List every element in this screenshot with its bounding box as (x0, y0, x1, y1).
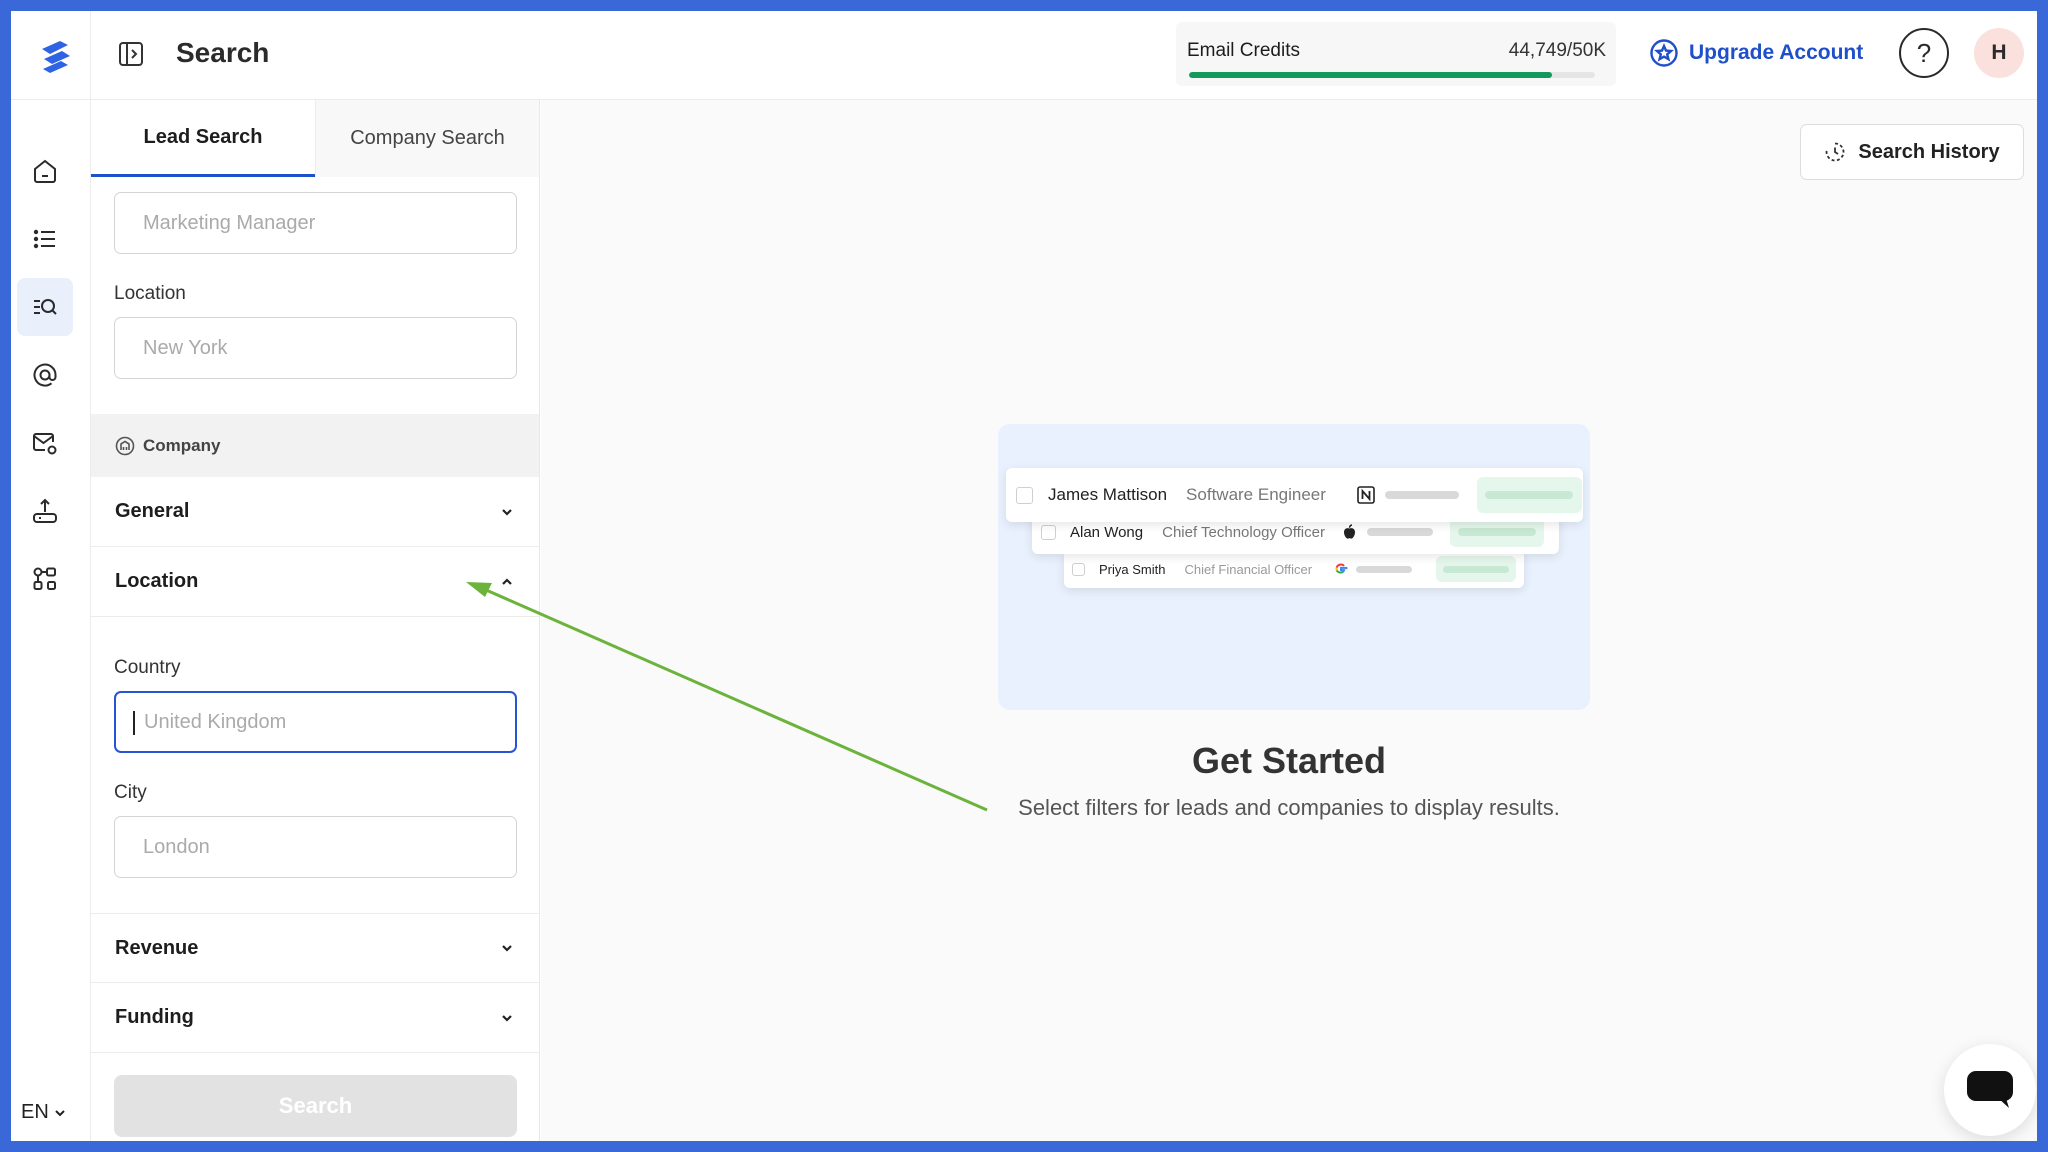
revenue-accordion[interactable]: Revenue (91, 913, 539, 983)
job-title-input[interactable]: Marketing Manager (114, 192, 517, 254)
building-icon (115, 436, 135, 455)
city-placeholder: London (143, 835, 210, 858)
location-accordion[interactable]: Location (91, 547, 539, 617)
chat-widget-button[interactable] (1944, 1044, 2036, 1136)
chevron-up-icon (502, 577, 512, 585)
upgrade-account-label: Upgrade Account (1689, 41, 1864, 64)
preview-row: Priya Smith Chief Financial Officer (1064, 550, 1524, 588)
general-accordion[interactable]: General (91, 477, 539, 547)
credits-progress-fill (1189, 72, 1553, 78)
nav-email-settings[interactable] (17, 414, 73, 472)
avatar-initial: H (1991, 41, 2007, 64)
city-label: City (114, 782, 147, 803)
chevron-down-icon (502, 945, 512, 952)
row-checkbox (1072, 562, 1085, 576)
upgrade-account-link[interactable]: Upgrade Account (1649, 31, 1863, 75)
company-section-label: Company (143, 435, 221, 455)
language-selector[interactable]: EN (21, 1101, 67, 1124)
user-avatar[interactable]: H (1974, 28, 2024, 78)
preview-row-title: Chief Financial Officer (1184, 561, 1313, 577)
results-area: Search History Priya Smith Chief Financi… (541, 100, 2037, 1141)
row-checkbox (1016, 486, 1033, 504)
country-input[interactable]: United Kingdom (114, 691, 517, 753)
search-history-label: Search History (1858, 140, 2000, 163)
nav-lists[interactable] (17, 210, 73, 268)
city-input[interactable]: London (114, 816, 517, 878)
preview-row-title: Chief Technology Officer (1162, 523, 1325, 541)
lead-location-placeholder: New York (143, 336, 228, 359)
notion-logo-icon (1357, 486, 1375, 504)
app-window: Search Email Credits 44,749/50K Upgrade … (11, 11, 2037, 1141)
lead-location-input[interactable]: New York (114, 317, 517, 379)
credits-label: Email Credits (1187, 40, 1300, 61)
help-button[interactable]: ? (1899, 28, 1949, 78)
language-label: EN (21, 1101, 49, 1123)
get-started-subtitle: Select filters for leads and companies t… (1018, 795, 1560, 820)
placeholder-bar (1356, 565, 1413, 573)
preview-row: James Mattison Software Engineer (1006, 468, 1583, 522)
chevron-down-icon (55, 1109, 65, 1116)
chat-bubble-icon (1967, 1071, 2013, 1108)
tab-lead-search[interactable]: Lead Search (91, 100, 315, 177)
left-nav-rail: EN (11, 100, 91, 1141)
location-accordion-label: Location (115, 570, 199, 592)
chevron-down-icon (502, 1014, 512, 1022)
nav-integrations[interactable] (17, 550, 73, 608)
placeholder-bar (1366, 528, 1433, 536)
lead-location-label: Location (114, 283, 186, 304)
toggle-sidebar-icon[interactable] (111, 34, 151, 74)
upload-icon (33, 498, 57, 523)
credits-value: 44,749/50K (1508, 40, 1606, 61)
filter-panel: Lead Search Company Search Marketing Man… (91, 100, 540, 1141)
rail-divider (90, 11, 91, 100)
company-section-header: Company (91, 414, 539, 477)
tab-company-search[interactable]: Company Search (315, 100, 539, 177)
google-logo-icon (1335, 563, 1348, 574)
upgrade-badge-icon (1650, 39, 1678, 67)
preview-row-name: Priya Smith (1099, 561, 1166, 577)
revenue-accordion-label: Revenue (115, 936, 199, 959)
integrations-icon (33, 567, 56, 590)
chevron-down-icon (502, 508, 512, 516)
preview-row-name: James Mattison (1048, 485, 1168, 504)
credits-progress-track (1189, 72, 1595, 78)
nav-search[interactable] (17, 278, 73, 336)
text-caret (133, 711, 135, 735)
brand-logo-icon[interactable] (25, 29, 87, 85)
preview-row-name: Alan Wong (1070, 523, 1144, 541)
search-button[interactable]: Search (114, 1075, 517, 1137)
mail-settings-icon (33, 433, 57, 455)
funding-accordion-label: Funding (115, 1006, 194, 1028)
get-started-title: Get Started (1191, 740, 1387, 781)
apple-logo-icon (1343, 524, 1355, 539)
home-icon (34, 159, 56, 183)
placeholder-pill (1436, 556, 1517, 582)
empty-state-illustration: Priya Smith Chief Financial Officer Alan… (998, 424, 1590, 710)
search-list-icon (34, 299, 57, 315)
at-sign-icon (33, 363, 57, 387)
email-credits-widget: Email Credits 44,749/50K (1176, 22, 1616, 86)
nav-home[interactable] (17, 142, 73, 200)
job-title-placeholder: Marketing Manager (143, 211, 316, 234)
general-accordion-label: General (115, 500, 190, 522)
preview-row-title: Software Engineer (1186, 485, 1326, 504)
history-clock-icon (1826, 142, 1845, 162)
country-label: Country (114, 657, 181, 678)
row-checkbox (1041, 524, 1056, 540)
country-placeholder: United Kingdom (144, 710, 287, 733)
question-mark-icon: ? (1916, 37, 1932, 68)
placeholder-bar (1384, 491, 1459, 499)
search-history-button[interactable]: Search History (1800, 124, 2024, 180)
search-tabs: Lead Search Company Search (91, 100, 539, 177)
nav-upload[interactable] (17, 482, 73, 540)
placeholder-pill (1476, 477, 1582, 513)
funding-accordion[interactable]: Funding (91, 983, 539, 1053)
page-title: Search (176, 37, 270, 68)
nav-mentions[interactable] (17, 346, 73, 404)
top-bar: Search Email Credits 44,749/50K Upgrade … (11, 11, 2037, 100)
list-icon (33, 229, 55, 249)
